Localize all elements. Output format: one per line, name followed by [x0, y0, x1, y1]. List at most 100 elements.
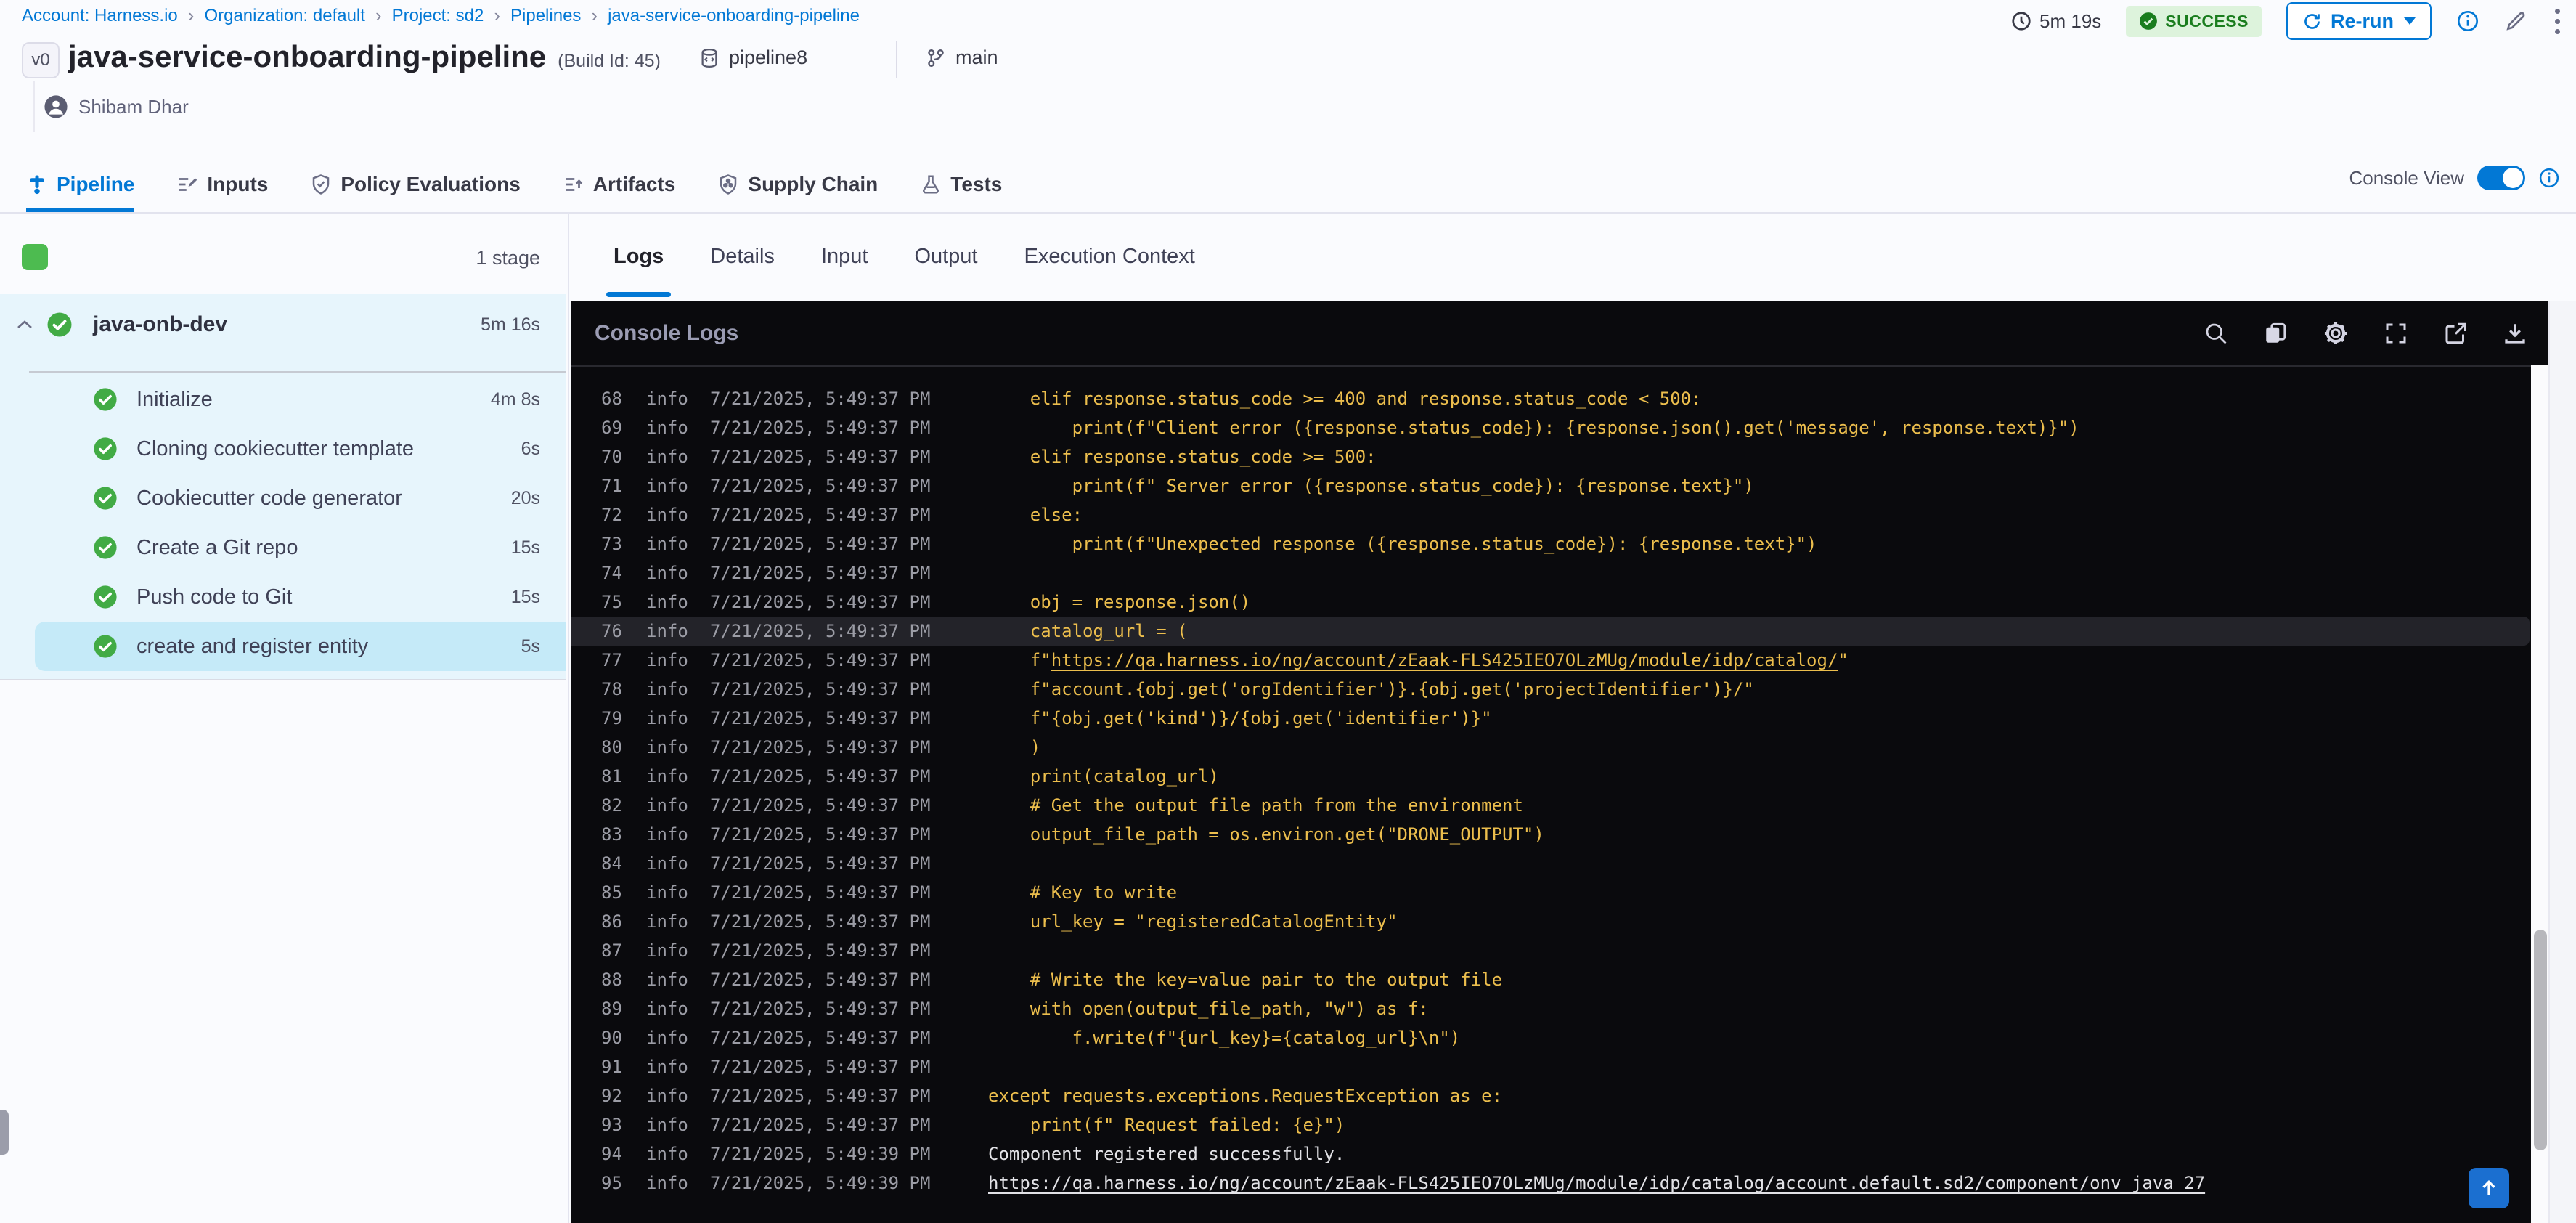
log-line-number: 75 — [601, 592, 622, 612]
settings-gear-icon[interactable] — [2322, 320, 2349, 347]
breadcrumb-account[interactable]: Account: Harness.io — [22, 6, 178, 26]
log-timestamp: 7/21/2025, 5:49:37 PM — [710, 1115, 931, 1135]
console-view-toggle[interactable] — [2477, 166, 2525, 190]
tab-input[interactable]: Input — [821, 212, 868, 301]
log-text: elif response.status_code >= 500: — [988, 447, 1377, 467]
check-circle-icon — [93, 387, 118, 412]
edit-pencil-icon[interactable] — [2504, 9, 2527, 33]
info-icon[interactable] — [2538, 167, 2560, 189]
chevron-up-icon[interactable] — [16, 319, 33, 330]
tab-tests[interactable]: Tests — [920, 161, 1002, 212]
check-circle-icon — [93, 486, 118, 511]
log-line: 95 info 7/21/2025, 5:49:39 PM https://qa.ha… — [571, 1169, 2530, 1198]
tab-pipeline[interactable]: Pipeline — [26, 161, 135, 212]
tab-details[interactable]: Details — [710, 212, 775, 301]
log-level: info — [646, 679, 688, 699]
step-item[interactable]: Cloning cookiecutter template 6s — [0, 424, 566, 474]
search-icon[interactable] — [2203, 320, 2229, 346]
log-line-number: 78 — [601, 679, 622, 699]
log-line: 82 info 7/21/2025, 5:49:37 PM # Get the ou… — [571, 791, 2530, 820]
step-item[interactable]: Cookiecutter code generator 20s — [0, 474, 566, 523]
tab-artifacts[interactable]: Artifacts — [563, 161, 675, 212]
log-level: info — [646, 389, 688, 409]
log-text: print(f"Client error ({response.status_c… — [988, 418, 2079, 438]
stage-name: java-onb-dev — [93, 312, 228, 336]
log-link[interactable]: https://qa.harness.io/ng/account/zEaak-F… — [988, 1173, 2205, 1193]
log-line-number: 93 — [601, 1115, 622, 1135]
pipeline-tag[interactable]: pipeline8 — [698, 46, 807, 69]
log-level: info — [646, 1086, 688, 1106]
log-text: else: — [988, 505, 1083, 525]
tab-supply-chain[interactable]: Supply Chain — [717, 161, 878, 212]
page-gutter — [2548, 301, 2576, 1223]
log-link[interactable]: https://qa.harness.io/ng/account/zEaak-F… — [1051, 650, 1838, 670]
tab-policy-evaluations[interactable]: Policy Evaluations — [310, 161, 521, 212]
log-timestamp: 7/21/2025, 5:49:37 PM — [710, 563, 931, 583]
breadcrumb-separator-icon: › — [375, 4, 382, 26]
log-text: # Get the output file path from the envi… — [988, 795, 1523, 816]
page-scrollbar-thumb[interactable] — [0, 1110, 9, 1155]
log-text: elif response.status_code >= 400 and res… — [988, 389, 1702, 409]
log-level: info — [646, 708, 688, 728]
branch-tag[interactable]: main — [925, 46, 998, 69]
log-timestamp: 7/21/2025, 5:49:37 PM — [710, 679, 931, 699]
stage-count: 1 stage — [476, 247, 540, 269]
log-text: print(catalog_url) — [988, 766, 1219, 787]
artifacts-icon — [563, 174, 584, 195]
breadcrumb-pipelines[interactable]: Pipelines — [510, 6, 581, 26]
console-scrollbar[interactable] — [2531, 365, 2550, 1223]
scrollbar-thumb[interactable] — [2534, 930, 2547, 1150]
copy-icon[interactable] — [2262, 320, 2288, 346]
log-line: 80 info 7/21/2025, 5:49:37 PM ) — [571, 733, 2530, 762]
log-line: 89 info 7/21/2025, 5:49:37 PM with open(ou… — [571, 994, 2530, 1023]
log-timestamp: 7/21/2025, 5:49:37 PM — [710, 999, 931, 1019]
fullscreen-icon[interactable] — [2383, 320, 2409, 346]
log-level: info — [646, 534, 688, 554]
rerun-button[interactable]: Re-run — [2286, 2, 2432, 40]
log-timestamp: 7/21/2025, 5:49:37 PM — [710, 447, 931, 467]
step-item[interactable]: Create a Git repo 15s — [0, 523, 566, 572]
log-level: info — [646, 563, 688, 583]
console-log-output: 68 info 7/21/2025, 5:49:37 PM elif respons… — [571, 365, 2530, 1223]
log-line-number: 85 — [601, 882, 622, 903]
step-item[interactable]: Push code to Git 15s — [0, 572, 566, 622]
log-line: 84 info 7/21/2025, 5:49:37 PM — [571, 849, 2530, 878]
more-options-icon[interactable] — [2552, 6, 2563, 37]
step-duration: 4m 8s — [490, 389, 540, 410]
tab-output[interactable]: Output — [914, 212, 977, 301]
breadcrumb-organization[interactable]: Organization: default — [204, 6, 364, 26]
scroll-to-top-button[interactable] — [2469, 1168, 2509, 1208]
log-line-number: 83 — [601, 824, 622, 845]
log-line: 71 info 7/21/2025, 5:49:37 PM print(f" Ser… — [571, 471, 2530, 500]
step-name: create and register entity — [136, 634, 369, 658]
breadcrumb-project[interactable]: Project: sd2 — [392, 6, 484, 26]
open-new-tab-icon[interactable] — [2442, 320, 2469, 346]
log-text: print(f" Server error ({response.status_… — [988, 476, 1754, 496]
step-duration: 20s — [510, 487, 540, 508]
log-line-number: 87 — [601, 940, 622, 961]
stage-row[interactable]: java-onb-dev 5m 16s — [0, 294, 566, 355]
tab-logs[interactable]: Logs — [606, 212, 672, 301]
log-level: info — [646, 592, 688, 612]
log-line: 86 info 7/21/2025, 5:49:37 PM url_key = "r… — [571, 907, 2530, 936]
main-tabbar: Pipeline Inputs Policy Evaluations Artif… — [0, 161, 2576, 214]
tab-inputs[interactable]: Inputs — [176, 161, 268, 212]
step-item[interactable]: Initialize 4m 8s — [0, 375, 566, 424]
step-name: Push code to Git — [136, 585, 293, 609]
info-icon[interactable] — [2456, 9, 2479, 33]
log-level: info — [646, 970, 688, 990]
log-line: 76 info 7/21/2025, 5:49:37 PM catalog_url … — [571, 617, 2530, 646]
step-item[interactable]: create and register entity 5s — [35, 622, 566, 671]
download-icon[interactable] — [2502, 320, 2528, 346]
log-line: 79 info 7/21/2025, 5:49:37 PM f"{obj.get('… — [571, 704, 2530, 733]
log-line-number: 68 — [601, 389, 622, 409]
console-log-panel: Console Logs 68 info 7/21/2025, 5:49:37 … — [571, 301, 2550, 1223]
step-duration: 5s — [521, 635, 540, 657]
breadcrumb-pipeline-name[interactable]: java-service-onboarding-pipeline — [608, 6, 860, 26]
log-line: 72 info 7/21/2025, 5:49:37 PM else: — [571, 500, 2530, 529]
divider — [896, 41, 897, 78]
log-timestamp: 7/21/2025, 5:49:37 PM — [710, 1057, 931, 1077]
tab-execution-context[interactable]: Execution Context — [1024, 212, 1195, 301]
log-timestamp: 7/21/2025, 5:49:37 PM — [710, 418, 931, 438]
page-title: java-service-onboarding-pipeline — [68, 39, 547, 73]
